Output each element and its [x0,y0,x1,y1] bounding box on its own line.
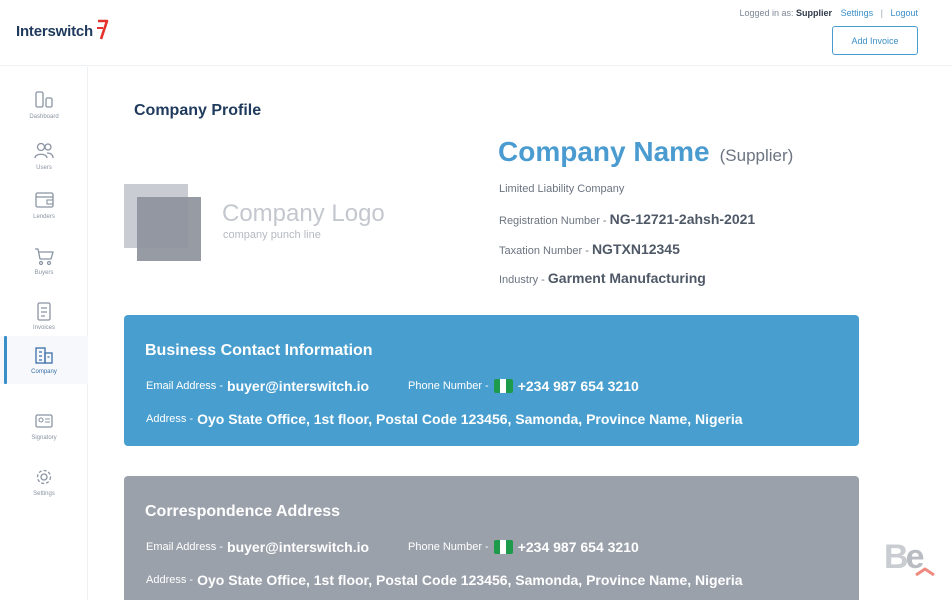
sidebar-item-label: Invoices [32,325,55,331]
sidebar-item-label: Signatory [31,435,57,441]
sidebar-item-signatory[interactable]: Signatory [0,402,88,450]
business-contact-title: Business Contact Information [145,342,373,359]
account-links: Logged in as: Supplier Settings | Logout [739,8,918,18]
brand-name: Interswitch [16,22,93,40]
page-title: Company Profile [134,102,262,119]
brand-mark-icon [96,19,109,40]
correspondence-email-row: Email Address - buyer@interswitch.io [146,539,369,555]
dashboard-icon [35,91,53,108]
correspondence-card: Correspondence Address Email Address - b… [124,476,859,600]
sidebar-item-label: Dashboard [29,114,59,120]
email-label: Email Address - [146,541,224,553]
sidebar-item-company[interactable]: Company [0,336,88,384]
correspondence-title: Correspondence Address [145,503,341,520]
sidebar-item-label: Company [31,369,57,375]
clipboard-icon [37,302,51,321]
phone-label: Phone Number - [408,380,489,392]
correspondence-email-value[interactable]: buyer@interswitch.io [227,539,369,555]
gear-icon [36,469,52,485]
sidebar-item-label: Users [36,165,52,171]
nigeria-flag-icon [493,379,513,393]
sidebar-item-invoices[interactable]: Invoices [0,292,88,340]
company-punch-line: company punch line [223,229,321,241]
business-email-row: Email Address - buyer@interswitch.io [146,378,369,394]
sidebar: Dashboard Users Lenders Buyers Invoices … [0,67,88,600]
business-address-value: Oyo State Office, 1st floor, Postal Code… [197,411,743,427]
logout-link[interactable]: Logout [890,8,918,18]
business-contact-card: Business Contact Information Email Addre… [124,315,859,446]
interswitch-logo[interactable]: Interswitch [16,19,109,42]
sidebar-item-buyers[interactable]: Buyers [0,237,88,285]
sidebar-item-dashboard[interactable]: Dashboard [0,81,88,129]
users-icon [34,142,54,159]
add-invoice-button[interactable]: Add Invoice [832,26,918,55]
correspondence-address-value: Oyo State Office, 1st floor, Postal Code… [197,572,743,588]
industry-row: Industry - Garment Manufacturing [499,270,706,286]
email-label: Email Address - [146,380,224,392]
address-label: Address - [146,574,194,586]
company-logo-placeholder[interactable] [137,197,201,261]
settings-link[interactable]: Settings [841,8,874,18]
wallet-icon [35,192,54,208]
taxation-number-row: Taxation Number - NGTXN12345 [499,241,680,257]
company-name: Company Name [498,136,710,167]
registration-number-row: Registration Number - NG-12721-2ahsh-202… [499,211,755,227]
sidebar-item-settings[interactable]: Settings [0,458,88,506]
taxation-label: Taxation Number - [499,245,589,257]
sidebar-item-users[interactable]: Users [0,132,88,180]
correspondence-phone-row: Phone Number - +234 987 654 3210 [408,539,639,555]
business-email-value[interactable]: buyer@interswitch.io [227,378,369,394]
top-header: Interswitch Logged in as: Supplier Setti… [0,0,952,66]
business-phone-value[interactable]: +234 987 654 3210 [518,378,639,394]
registration-value: NG-12721-2ahsh-2021 [609,211,756,227]
cart-icon [35,248,54,266]
link-separator: | [880,8,883,18]
company-role: (Supplier) [719,146,794,165]
nigeria-flag-icon [493,540,513,554]
phone-label: Phone Number - [408,541,489,553]
correspondence-phone-value[interactable]: +234 987 654 3210 [518,539,639,555]
company-name-heading: Company Name (Supplier) [498,136,793,168]
user-role: Supplier [796,8,833,18]
registration-label: Registration Number - [499,215,607,227]
address-label: Address - [146,413,194,425]
company-type: Limited Liability Company [499,183,625,195]
sidebar-item-label: Lenders [33,214,55,220]
logged-in-label: Logged in as: [739,8,794,18]
sidebar-item-lenders[interactable]: Lenders [0,181,88,229]
sidebar-item-label: Settings [33,491,55,497]
correspondence-address-row: Address - Oyo State Office, 1st floor, P… [146,572,743,588]
company-logo-text: Company Logo [222,200,385,227]
building-icon [35,347,53,364]
business-address-row: Address - Oyo State Office, 1st floor, P… [146,411,743,427]
watermark-chevron-icon [915,567,935,577]
sidebar-item-label: Buyers [34,270,54,276]
business-phone-row: Phone Number - +234 987 654 3210 [408,378,639,394]
industry-value: Garment Manufacturing [547,270,706,286]
id-card-icon [35,414,53,428]
industry-label: Industry - [499,274,545,286]
taxation-value: NGTXN12345 [591,241,680,257]
